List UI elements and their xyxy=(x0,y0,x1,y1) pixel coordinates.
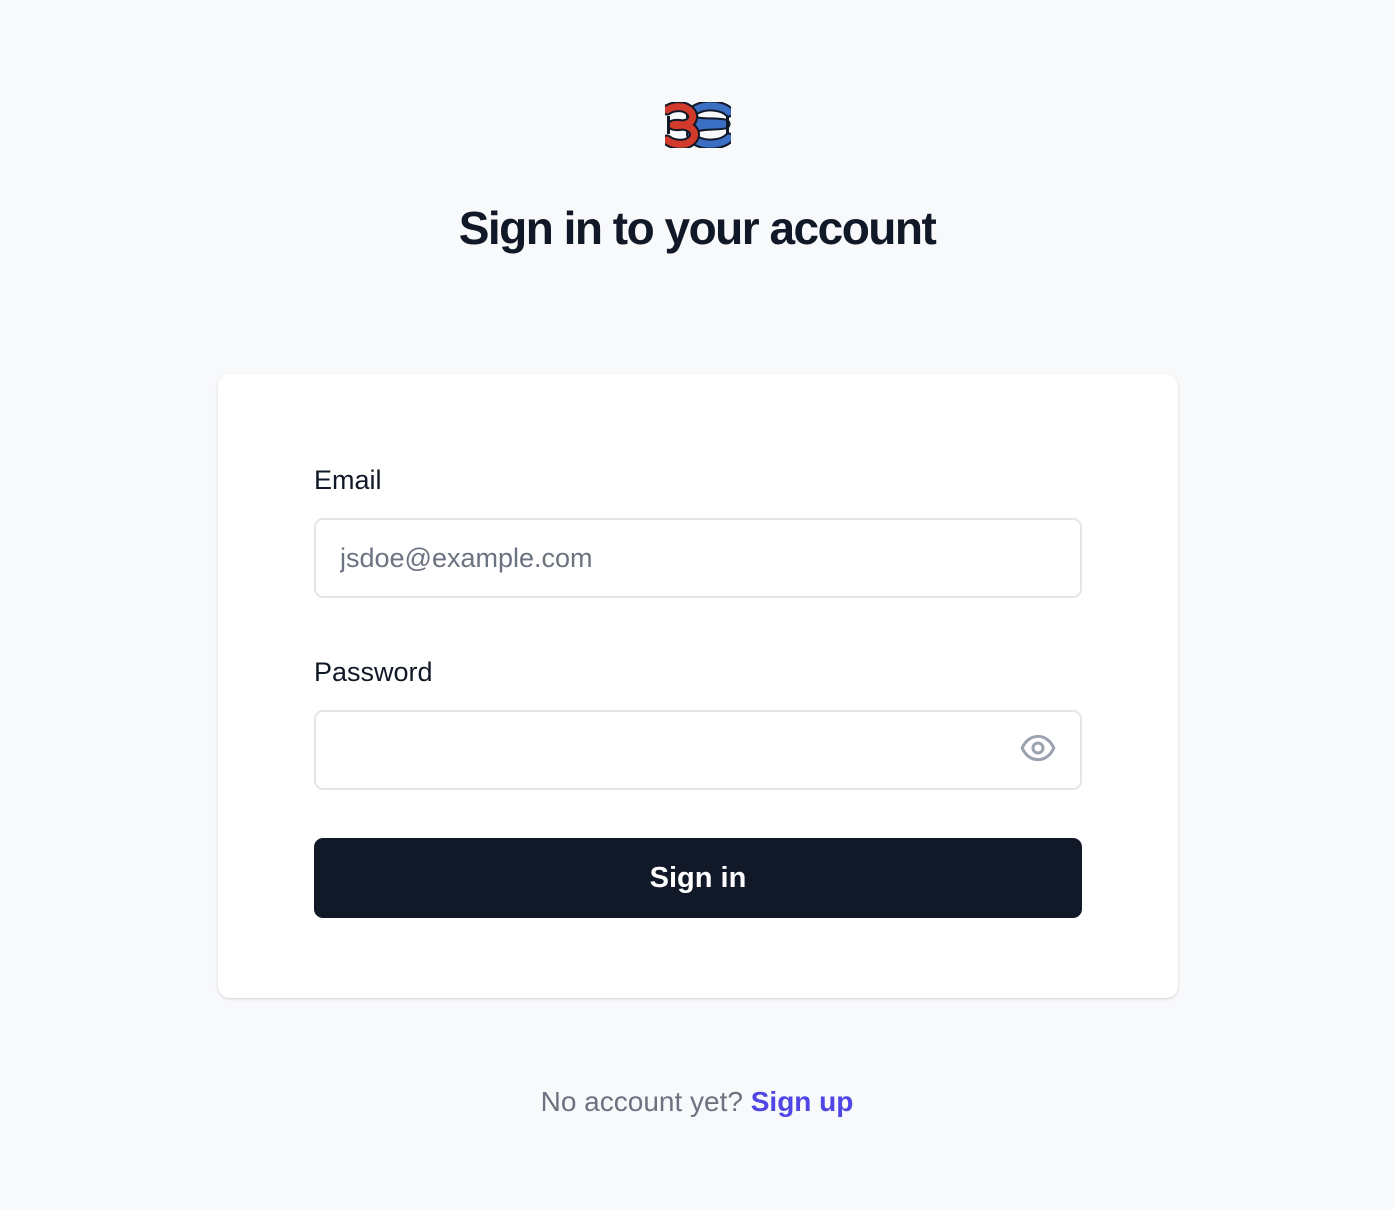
sign-in-card: Email Password Sign in xyxy=(218,374,1178,998)
show-password-button[interactable] xyxy=(1016,730,1060,770)
password-field[interactable] xyxy=(314,710,1082,790)
password-label: Password xyxy=(314,657,433,687)
sign-in-button[interactable]: Sign in xyxy=(314,838,1082,918)
signup-prompt: No account yet? Sign up xyxy=(0,1084,1394,1120)
email-field[interactable] xyxy=(314,518,1082,598)
signup-prompt-text: No account yet? xyxy=(540,1086,743,1117)
page-title: Sign in to your account xyxy=(458,202,937,254)
email-label: Email xyxy=(314,465,382,495)
eye-icon xyxy=(1018,728,1058,773)
knot-logo-icon xyxy=(661,100,735,150)
sign-up-link[interactable]: Sign up xyxy=(751,1086,854,1117)
